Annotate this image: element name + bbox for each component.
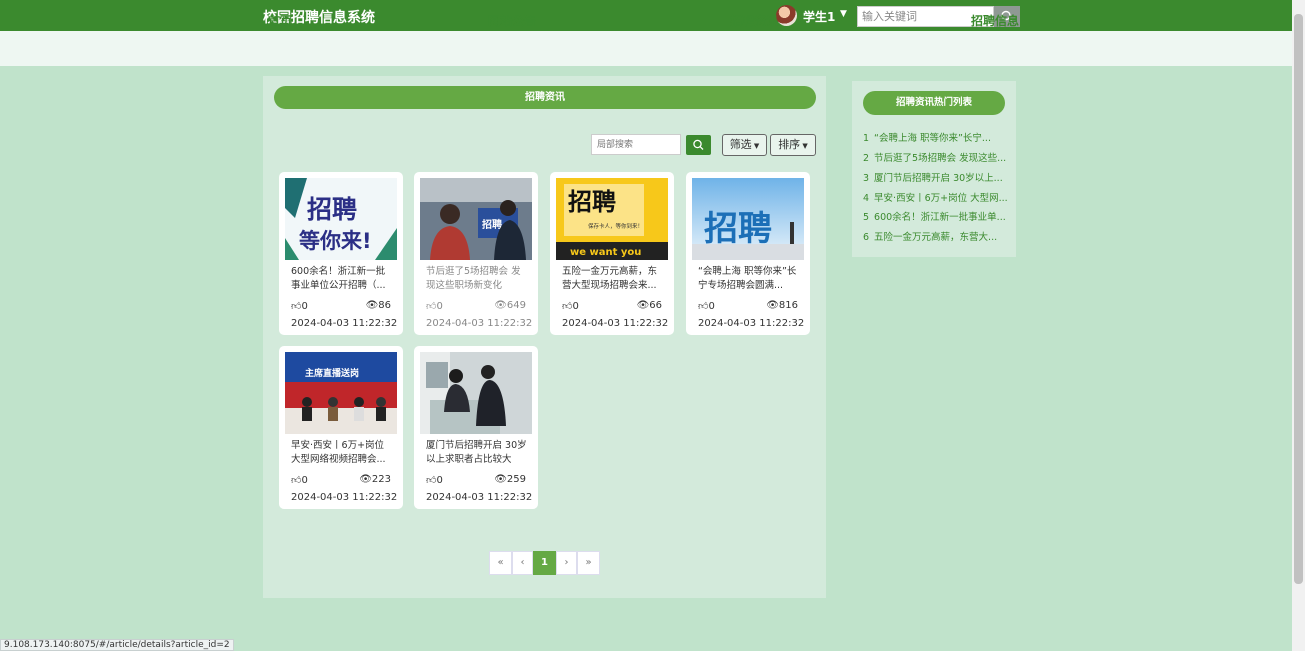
caret-down-icon: ▼ — [800, 142, 808, 150]
article-image[interactable]: 招聘 — [692, 178, 804, 260]
article-card[interactable]: 招聘 节后逛了5场招聘会 发现这些职场新变化 👍︎0 👁︎649 2024-04… — [414, 172, 538, 335]
view-count: 👁︎649 — [494, 300, 526, 311]
scrollbar-thumb[interactable] — [1294, 14, 1303, 584]
hot-list-item[interactable]: 5 600余名！浙江新一批事业单... — [863, 209, 1008, 223]
article-date: 2024-04-03 11:22:32 — [291, 492, 398, 503]
article-title[interactable]: 五险一金万元高薪，东营大型现场招聘会来... — [562, 265, 664, 293]
view-count: 👁︎223 — [359, 474, 391, 485]
article-date: 2024-04-03 11:22:32 — [291, 318, 398, 329]
eye-icon: 👁︎ — [636, 300, 650, 311]
thumbs-up-icon: 👍︎ — [562, 301, 573, 312]
svg-text:主席直播送岗: 主席直播送岗 — [305, 367, 359, 379]
article-image[interactable]: 招聘 — [420, 178, 532, 260]
like-count[interactable]: 👍︎0 — [426, 474, 443, 486]
article-card[interactable]: 招聘 等你来! 600余名！浙江新一批事业单位公开招聘（... 👍︎0 👁︎86… — [279, 172, 403, 335]
nav-bar — [0, 31, 1292, 66]
vertical-scrollbar[interactable] — [1292, 0, 1305, 651]
filter-dropdown[interactable]: 筛选 ▼ — [722, 134, 767, 156]
top-bar — [0, 0, 1292, 31]
search-icon — [693, 139, 704, 150]
svg-text:保存卡人，等你到来！: 保存卡人，等你到来！ — [588, 222, 643, 230]
hot-list-item[interactable]: 2 节后逛了5场招聘会 发现这些... — [863, 150, 1008, 164]
local-search-button[interactable] — [686, 135, 711, 155]
thumbs-up-icon: 👍︎ — [291, 475, 302, 486]
article-card[interactable]: 主席直播送岗 早安·西安丨6万+岗位大型网络视频招聘会... 👍︎0 👁︎223… — [279, 346, 403, 509]
article-card[interactable]: 招聘 “会聘上海 职等你来”长宁专场招聘会圆满... 👍︎0 👁︎816 202… — [686, 172, 810, 335]
article-card[interactable]: 厦门节后招聘开启 30岁以上求职者占比较大 👍︎0 👁︎259 2024-04-… — [414, 346, 538, 509]
svg-text:we want you: we want you — [570, 247, 641, 258]
nav-home[interactable]: 首页 — [268, 12, 292, 29]
hot-list-item[interactable]: 6 五险一金万元高薪，东营大... — [863, 229, 1008, 243]
hot-list-item[interactable]: 1 “会聘上海 职等你来”长宁... — [863, 130, 1008, 144]
svg-text:招聘: 招聘 — [568, 188, 616, 216]
view-count: 👁︎259 — [494, 474, 526, 485]
article-image[interactable]: 主席直播送岗 — [285, 352, 397, 434]
caret-down-icon: ▼ — [751, 142, 760, 150]
like-count[interactable]: 👍︎0 — [291, 300, 308, 312]
hot-list-item[interactable]: 4 早安·西安丨6万+岗位 大型网... — [863, 190, 1008, 204]
article-image[interactable] — [420, 352, 532, 434]
view-count: 👁︎816 — [766, 300, 798, 311]
filter-label: 筛选 — [729, 138, 752, 151]
article-title[interactable]: “会聘上海 职等你来”长宁专场招聘会圆满... — [698, 265, 800, 293]
section-title: 招聘资讯 — [274, 86, 816, 109]
eye-icon: 👁︎ — [494, 474, 507, 485]
article-title[interactable]: 早安·西安丨6万+岗位大型网络视频招聘会... — [291, 439, 393, 467]
local-search-input[interactable] — [591, 134, 681, 155]
page-last-button[interactable]: » — [577, 551, 600, 575]
nav-announcements[interactable]: 网站公告 — [488, 12, 536, 29]
view-count: 👁︎86 — [365, 300, 391, 311]
caret-down-icon[interactable]: ▼ — [840, 9, 847, 19]
article-date: 2024-04-03 11:22:32 — [426, 318, 533, 329]
thumbs-up-icon: 👍︎ — [291, 301, 302, 312]
article-title[interactable]: 厦门节后招聘开启 30岁以上求职者占比较大 — [426, 439, 528, 467]
svg-text:招聘: 招聘 — [482, 218, 502, 231]
page-next-button[interactable]: › — [556, 551, 577, 575]
svg-text:招聘: 招聘 — [307, 195, 357, 224]
nav-news[interactable]: 招聘资讯 — [730, 12, 778, 29]
thumbs-up-icon: 👍︎ — [426, 301, 437, 312]
thumbs-up-icon: 👍︎ — [426, 475, 437, 486]
article-image[interactable]: 招聘 保存卡人，等你到来！ we want you — [556, 178, 668, 260]
like-count[interactable]: 👍︎0 — [291, 474, 308, 486]
article-image[interactable]: 招聘 等你来! — [285, 178, 397, 260]
eye-icon: 👁︎ — [494, 300, 507, 311]
eye-icon: 👁︎ — [365, 300, 379, 311]
eye-icon: 👁︎ — [766, 300, 779, 311]
page-current-button[interactable]: 1 — [533, 551, 556, 575]
hot-list-item[interactable]: 3 厦门节后招聘开启 30岁以上... — [863, 170, 1008, 184]
thumbs-up-icon: 👍︎ — [698, 301, 709, 312]
article-title[interactable]: 节后逛了5场招聘会 发现这些职场新变化 — [426, 265, 528, 293]
article-date: 2024-04-03 11:22:32 — [562, 318, 669, 329]
eye-icon: 👁︎ — [359, 474, 372, 485]
sort-label: 排序 — [778, 138, 801, 151]
article-date: 2024-04-03 11:22:32 — [426, 492, 533, 503]
like-count[interactable]: 👍︎0 — [698, 300, 715, 312]
view-count: 👁︎66 — [636, 300, 662, 311]
page-first-button[interactable]: « — [489, 551, 512, 575]
article-card[interactable]: 招聘 保存卡人，等你到来！ we want you 五险一金万元高薪，东营大型现… — [550, 172, 674, 335]
nav-jobs[interactable]: 招聘信息 — [971, 12, 1019, 29]
sort-dropdown[interactable]: 排序 ▼ — [770, 134, 816, 156]
hot-list-title: 招聘资讯热门列表 — [863, 91, 1005, 115]
avatar[interactable] — [776, 5, 797, 26]
svg-text:招聘: 招聘 — [704, 209, 772, 249]
like-count[interactable]: 👍︎0 — [562, 300, 579, 312]
article-date: 2024-04-03 11:22:32 — [698, 318, 805, 329]
svg-text:等你来!: 等你来! — [299, 229, 372, 253]
user-menu[interactable]: 学生1 — [803, 8, 835, 25]
like-count[interactable]: 👍︎0 — [426, 300, 443, 312]
page-prev-button[interactable]: ‹ — [512, 551, 533, 575]
article-title[interactable]: 600余名！浙江新一批事业单位公开招聘（... — [291, 265, 393, 293]
status-url: 9.108.173.140:8075/#/article/details?art… — [0, 639, 234, 651]
